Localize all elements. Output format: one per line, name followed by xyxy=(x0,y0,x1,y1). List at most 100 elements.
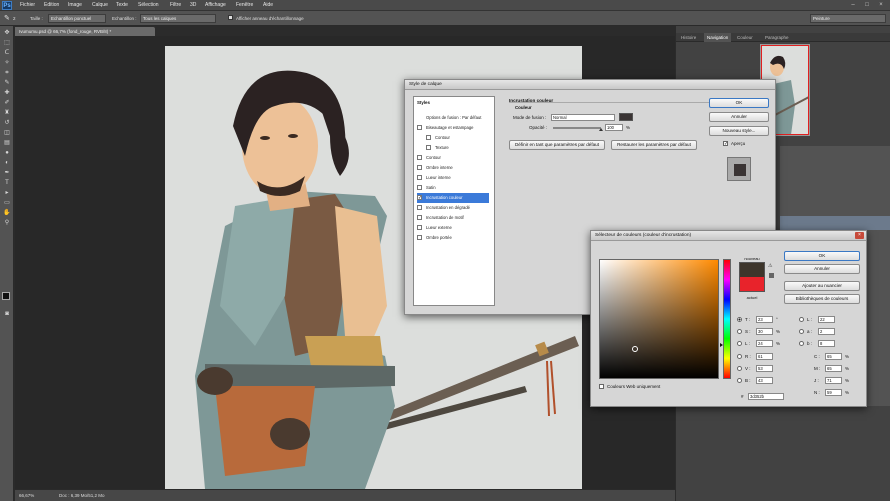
opacity-slider[interactable] xyxy=(553,127,601,129)
style-item[interactable]: Lueur externe xyxy=(417,223,489,233)
style-checkbox[interactable]: ✓ xyxy=(417,195,422,201)
show-ring-checkbox[interactable] xyxy=(228,15,233,20)
hsb-input[interactable]: 23 xyxy=(756,316,773,323)
style-checkbox[interactable] xyxy=(417,165,422,170)
quick-select-tool-icon[interactable]: ✧ xyxy=(3,60,11,67)
zoom-level[interactable]: 66,67% xyxy=(19,490,34,501)
style-checkbox[interactable] xyxy=(426,145,431,150)
cp-ok-button[interactable]: OK xyxy=(784,251,860,261)
style-item[interactable]: Ombre interne xyxy=(417,163,489,173)
menu-selection[interactable]: Sélection xyxy=(138,2,159,8)
hsb-radio[interactable] xyxy=(737,317,742,322)
gamut-warning-icon[interactable]: ⚠ xyxy=(768,263,772,269)
blur-tool-icon[interactable]: ● xyxy=(3,150,11,157)
cmyk-input[interactable]: 65 xyxy=(825,365,842,372)
maximize-icon[interactable]: □ xyxy=(860,1,874,9)
style-checkbox[interactable] xyxy=(417,175,422,180)
style-item[interactable]: ✓ Incrustation couleur xyxy=(417,193,489,203)
shape-tool-icon[interactable]: ▭ xyxy=(3,200,11,207)
style-item[interactable]: Contour xyxy=(417,133,489,143)
zoom-tool-icon[interactable]: ⚲ xyxy=(3,220,11,227)
style-checkbox[interactable] xyxy=(417,125,422,130)
pen-tool-icon[interactable]: ✒ xyxy=(3,170,11,177)
set-default-button[interactable]: Définir en tant que paramètres par défau… xyxy=(509,140,605,150)
menu-edition[interactable]: Edition xyxy=(44,2,59,8)
style-item[interactable]: Satin xyxy=(417,183,489,193)
text-tool-icon[interactable]: T xyxy=(3,180,11,187)
blend-mode-dropdown[interactable]: Normal xyxy=(551,114,615,121)
menu-3d[interactable]: 3D xyxy=(190,2,196,8)
hsb-radio[interactable] xyxy=(737,329,742,334)
style-item[interactable]: Lueur interne xyxy=(417,173,489,183)
lab-input[interactable]: 2 xyxy=(818,328,835,335)
sample-size-dropdown[interactable]: Echantillon ponctuel xyxy=(48,14,106,23)
lasso-tool-icon[interactable]: ᑕ xyxy=(3,50,11,57)
menu-filtre[interactable]: Filtre xyxy=(170,2,181,8)
web-only-checkbox[interactable] xyxy=(599,384,604,389)
tab-couleur[interactable]: Couleur xyxy=(734,33,756,42)
gradient-tool-icon[interactable]: ▤ xyxy=(3,140,11,147)
style-checkbox[interactable] xyxy=(417,215,422,220)
style-item[interactable]: Ombre portée xyxy=(417,233,489,243)
tab-histoire[interactable]: Histoire xyxy=(678,33,699,42)
style-item[interactable]: Incrustation en dégradé xyxy=(417,203,489,213)
hex-input[interactable]: 3d352b xyxy=(748,393,784,400)
menu-aide[interactable]: Aide xyxy=(263,2,273,8)
dodge-tool-icon[interactable]: ◐ xyxy=(3,160,11,167)
foreground-color-swatch[interactable] xyxy=(2,292,10,300)
workspace-dropdown[interactable]: Peinture xyxy=(810,14,886,23)
cmyk-input[interactable]: 71 xyxy=(825,377,842,384)
rgb-radio[interactable] xyxy=(737,378,742,383)
eraser-tool-icon[interactable]: ◫ xyxy=(3,130,11,137)
lab-radio[interactable] xyxy=(799,341,804,346)
color-libraries-button[interactable]: Bibliothèques de couleurs xyxy=(784,294,860,304)
overlay-color-swatch[interactable] xyxy=(619,113,633,121)
menu-affichage[interactable]: Affichage xyxy=(205,2,226,8)
style-checkbox[interactable] xyxy=(417,225,422,230)
menu-fenetre[interactable]: Fenêtre xyxy=(236,2,253,8)
add-swatch-button[interactable]: Ajouter au nuancier xyxy=(784,281,860,291)
cmyk-input[interactable]: 65 xyxy=(825,353,842,360)
style-checkbox[interactable] xyxy=(417,155,422,160)
lab-input[interactable]: 8 xyxy=(818,340,835,347)
rgb-input[interactable]: 53 xyxy=(756,365,773,372)
stamp-tool-icon[interactable]: ♜ xyxy=(3,110,11,117)
rgb-radio[interactable] xyxy=(737,366,742,371)
style-item[interactable]: Texture xyxy=(417,143,489,153)
close-icon[interactable]: × xyxy=(874,1,888,9)
document-tab[interactable]: Ivumumu.psd @ 66,7% (fond_rouge, RVB/8) … xyxy=(15,27,155,36)
eyedropper-icon[interactable]: ✎ xyxy=(4,14,10,22)
history-brush-tool-icon[interactable]: ↺ xyxy=(3,120,11,127)
web-safe-icon[interactable] xyxy=(769,273,774,278)
rgb-input[interactable]: 61 xyxy=(756,353,773,360)
close-icon[interactable]: × xyxy=(855,232,864,239)
reset-default-button[interactable]: Restaurer les paramètres par défaut xyxy=(611,140,697,150)
sample-dropdown[interactable]: Tous les calques xyxy=(140,14,216,23)
eyedropper-tool-icon[interactable]: ✎ xyxy=(3,80,11,87)
cp-cancel-button[interactable]: Annuler xyxy=(784,264,860,274)
tab-paragraphe[interactable]: Paragraphe xyxy=(762,33,792,42)
style-item[interactable]: Incrustation de motif xyxy=(417,213,489,223)
menu-fichier[interactable]: Fichier xyxy=(20,2,35,8)
lab-radio[interactable] xyxy=(799,329,804,334)
style-checkbox[interactable] xyxy=(417,205,422,210)
opacity-input[interactable]: 100 xyxy=(605,124,623,131)
layer-row-selected[interactable] xyxy=(780,216,890,230)
hand-tool-icon[interactable]: ✋ xyxy=(3,210,11,217)
tool-preset-value[interactable]: 2 xyxy=(13,16,16,21)
preview-checkbox[interactable]: ✓ xyxy=(723,141,728,147)
style-item[interactable]: Biseautage et estampage xyxy=(417,123,489,133)
tab-navigation[interactable]: Navigation xyxy=(704,33,732,42)
path-select-tool-icon[interactable]: ▸ xyxy=(3,190,11,197)
rgb-radio[interactable] xyxy=(737,354,742,359)
style-checkbox[interactable] xyxy=(426,135,431,140)
style-item[interactable]: Contour xyxy=(417,153,489,163)
cmyk-input[interactable]: 59 xyxy=(825,389,842,396)
hue-slider-handle[interactable] xyxy=(720,343,723,347)
style-checkbox[interactable] xyxy=(417,235,422,240)
opacity-slider-handle[interactable] xyxy=(599,128,603,131)
brush-tool-icon[interactable]: ✐ xyxy=(3,100,11,107)
lab-radio[interactable] xyxy=(799,317,804,322)
styles-header[interactable]: Styles xyxy=(417,100,430,105)
ok-button[interactable]: OK xyxy=(709,98,769,108)
